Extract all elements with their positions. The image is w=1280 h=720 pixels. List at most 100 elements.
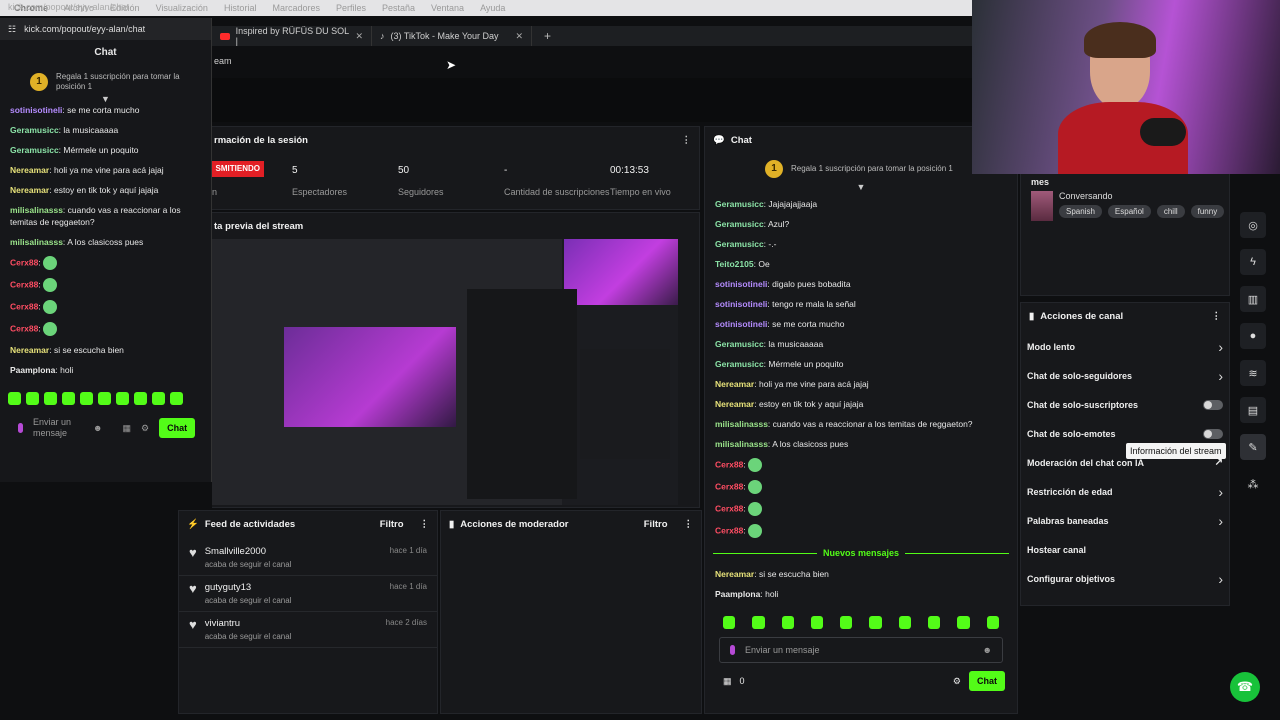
chat-username[interactable]: Geramusicc xyxy=(10,125,59,135)
channel-action-item[interactable]: Palabras baneadas › xyxy=(1021,506,1229,535)
emote-icon[interactable] xyxy=(116,392,129,405)
wrench-icon[interactable]: ✎ xyxy=(1240,434,1266,460)
chat-input[interactable]: Enviar un mensaje ☻ xyxy=(719,637,1003,663)
emoji-icon[interactable]: ☻ xyxy=(983,645,992,655)
emote-icon[interactable] xyxy=(62,392,75,405)
chat-username[interactable]: milisalinasss xyxy=(715,419,768,429)
chat-username[interactable]: Nereamar xyxy=(10,345,49,355)
chat-username[interactable]: Cerx88 xyxy=(10,301,38,311)
stream-tag[interactable]: Español xyxy=(1107,205,1151,218)
chat-username[interactable]: milisalinasss xyxy=(10,205,63,215)
emote-icon[interactable] xyxy=(98,392,111,405)
activity-item[interactable]: ♥ viviantru acaba de seguir el canal hace 2… xyxy=(179,612,437,648)
menubar-item[interactable]: Visualización xyxy=(156,3,208,13)
activity-user[interactable]: viviantru xyxy=(205,618,292,629)
emote-icon[interactable] xyxy=(26,392,39,405)
chat-username[interactable]: Geramusicc xyxy=(715,339,764,349)
chat-username[interactable]: Teito2105 xyxy=(715,259,754,269)
channel-action-item[interactable]: Chat de solo-seguidores › xyxy=(1021,361,1229,390)
nodes-icon[interactable]: ⁂ xyxy=(1240,471,1266,497)
emoji-icon[interactable]: ☻ xyxy=(93,423,102,433)
close-icon[interactable]: ✕ xyxy=(515,31,523,42)
more-icon[interactable]: ⋮ xyxy=(682,135,692,146)
chat-username[interactable]: sotinisotineli xyxy=(10,105,62,115)
channel-action-item[interactable]: Hostear canal xyxy=(1021,535,1229,564)
support-button[interactable]: ☎ xyxy=(1230,672,1260,702)
chat-username[interactable]: milisalinasss xyxy=(10,237,63,247)
chat-username[interactable]: sotinisotineli xyxy=(715,299,767,309)
channel-action-item[interactable]: Restricción de edad › xyxy=(1021,477,1229,506)
emote-icon[interactable] xyxy=(170,392,183,405)
activity-item[interactable]: ♥ Smallville2000 acaba de seguir el canal h… xyxy=(179,540,437,576)
emote-icon[interactable] xyxy=(752,616,765,629)
activity-user[interactable]: gutyguty13 xyxy=(205,582,292,593)
channel-action-item[interactable]: Modo lento › xyxy=(1021,332,1229,361)
emote-icon[interactable] xyxy=(781,616,794,629)
emote-icon[interactable] xyxy=(134,392,147,405)
chat-username[interactable]: Geramusicc xyxy=(10,145,59,155)
stream-tag[interactable]: Spanish xyxy=(1059,205,1102,218)
emote-icon[interactable] xyxy=(44,392,57,405)
new-messages-divider[interactable]: Nuevos mensajes xyxy=(713,548,1010,558)
emote-icon[interactable] xyxy=(723,616,736,629)
stream-tag[interactable]: funny xyxy=(1190,205,1225,218)
chat-username[interactable]: Cerx88 xyxy=(715,481,743,491)
chat-icon[interactable]: ● xyxy=(1240,323,1266,349)
more-icon[interactable]: ⋮ xyxy=(684,519,694,530)
menubar-item[interactable]: Ayuda xyxy=(480,3,505,13)
filter-button[interactable]: Filtro xyxy=(380,519,404,530)
settings-icon[interactable]: ⚙ xyxy=(141,423,149,434)
tab-youtube[interactable]: Inspired by RÜFÜS DU SOL | ✕ xyxy=(212,26,372,46)
close-icon[interactable]: ✕ xyxy=(355,31,363,42)
chat-username[interactable]: Paamplona xyxy=(715,589,760,599)
emote-icon[interactable] xyxy=(898,616,912,629)
emote-icon[interactable] xyxy=(8,392,21,405)
pinned-gift-banner[interactable]: 1 Regala 1 suscripción para tomar la pos… xyxy=(705,154,1017,184)
chat-username[interactable]: Geramusicc xyxy=(715,239,764,249)
popout-address-bar[interactable]: kick.com/popout/eyy-alan/chat ☷ kick.com… xyxy=(0,2,211,40)
menubar-item[interactable]: Ventana xyxy=(431,3,464,13)
gift-icon[interactable]: ▦ xyxy=(122,423,131,434)
emote-icon[interactable] xyxy=(80,392,93,405)
menubar-item[interactable]: Marcadores xyxy=(272,3,320,13)
lightning-icon[interactable]: ϟ xyxy=(1240,249,1266,275)
emote-icon[interactable] xyxy=(869,616,882,629)
chat-username[interactable]: Paamplona xyxy=(10,365,55,375)
chat-username[interactable]: Geramusicc xyxy=(715,199,764,209)
menubar-item[interactable]: Historial xyxy=(224,3,257,13)
chat-username[interactable]: Cerx88 xyxy=(715,459,743,469)
chat-username[interactable]: sotinisotineli xyxy=(715,319,767,329)
activity-user[interactable]: Smallville2000 xyxy=(205,546,292,557)
chat-username[interactable]: Nereamar xyxy=(715,569,754,579)
trash-icon[interactable]: ▥ xyxy=(1240,286,1266,312)
emote-icon[interactable] xyxy=(152,392,165,405)
chat-username[interactable]: Geramusicc xyxy=(715,219,764,229)
send-chat-button[interactable]: Chat xyxy=(159,418,196,438)
emote-icon[interactable] xyxy=(928,616,941,629)
chat-username[interactable]: Cerx88 xyxy=(10,279,38,289)
emote-icon[interactable] xyxy=(840,616,853,629)
chat-username[interactable]: milisalinasss xyxy=(715,439,768,449)
tab-tiktok[interactable]: ♪ (3) TikTok - Make Your Day ✕ xyxy=(372,26,532,46)
category-thumbnail[interactable] xyxy=(1031,191,1053,221)
chat-username[interactable]: sotinisotineli xyxy=(715,279,767,289)
more-icon[interactable]: ⋮ xyxy=(420,519,430,530)
chat-username[interactable]: Cerx88 xyxy=(715,503,743,513)
toggle-switch[interactable] xyxy=(1203,399,1223,410)
channel-action-item[interactable]: Configurar objetivos › xyxy=(1021,564,1229,593)
chat-username[interactable]: Nereamar xyxy=(10,185,49,195)
gift-icon[interactable]: ▦ xyxy=(723,676,732,687)
menubar-item[interactable]: Perfiles xyxy=(336,3,366,13)
chat-username[interactable]: Nereamar xyxy=(715,379,754,389)
collapse-icon[interactable]: ▼ xyxy=(705,182,1017,192)
stream-tag[interactable]: chill xyxy=(1156,205,1185,218)
chat-username[interactable]: Cerx88 xyxy=(10,323,38,333)
chat-username[interactable]: Cerx88 xyxy=(715,525,743,535)
send-chat-button[interactable]: Chat xyxy=(969,671,1005,691)
menubar-item[interactable]: Pestaña xyxy=(382,3,415,13)
category-name[interactable]: Conversando xyxy=(1059,191,1224,201)
chat-username[interactable]: Nereamar xyxy=(10,165,49,175)
storage-icon[interactable]: ▤ xyxy=(1240,397,1266,423)
chat-username[interactable]: Geramusicc xyxy=(715,359,764,369)
stream-preview-video[interactable] xyxy=(212,239,678,505)
